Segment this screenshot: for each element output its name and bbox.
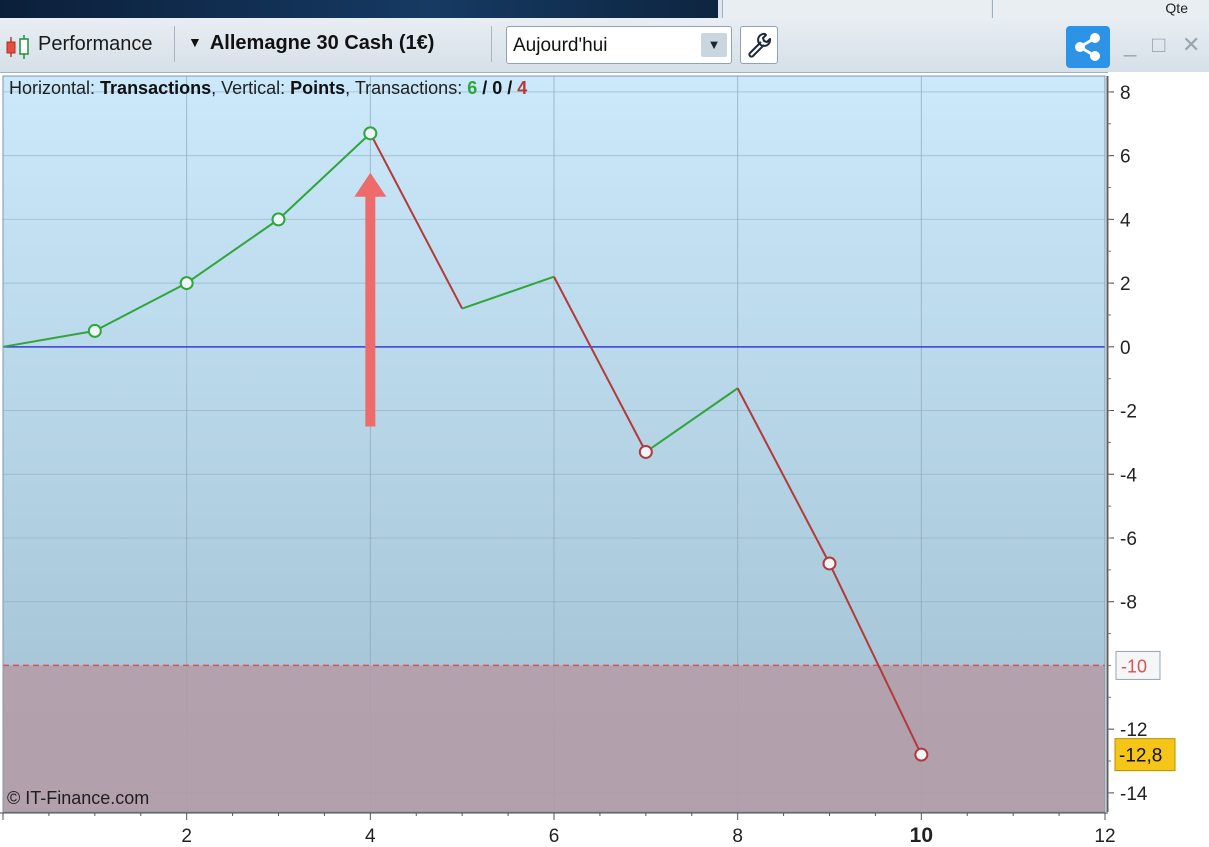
share-button[interactable]: [1066, 26, 1110, 68]
data-point-marker[interactable]: [914, 747, 929, 762]
maximize-icon[interactable]: □: [1152, 32, 1165, 58]
x-tick-label: 6: [549, 826, 560, 847]
data-point-marker[interactable]: [179, 276, 194, 291]
performance-chart[interactable]: 8 6 4 2 0 -2 -4 -6 -8 -12 -14 -10 -12,8 2 4 6 8 10 12: [0, 72, 1209, 847]
x-tick-label: 8: [732, 826, 743, 847]
chart-toolbar: Performance ▼ Allemagne 30 Cash (1€) Aujo…: [0, 18, 1209, 73]
share-icon: [1075, 33, 1100, 61]
legend-wins: 6: [467, 78, 478, 98]
y-tick-label: -2: [1120, 402, 1137, 423]
y-tick-label: 0: [1120, 338, 1131, 359]
period-value: Aujourd'hui: [513, 35, 608, 56]
legend-transactions-prefix: , Transactions:: [345, 78, 468, 98]
instrument-label: Allemagne 30 Cash (1€): [209, 32, 435, 54]
settings-wrench-button[interactable]: [740, 26, 778, 64]
top-dark-panel: [0, 0, 718, 18]
data-point-marker[interactable]: [363, 126, 378, 141]
period-select[interactable]: Aujourd'hui ▼: [506, 26, 732, 64]
close-icon[interactable]: ✕: [1182, 32, 1200, 58]
wrench-icon: [748, 32, 772, 58]
data-point-marker[interactable]: [638, 444, 653, 459]
caret-down-icon: ▼: [188, 34, 202, 50]
instrument-selector[interactable]: ▼ Allemagne 30 Cash (1€): [188, 32, 434, 55]
threshold-label: -10: [1121, 656, 1147, 676]
top-strip: Qte: [0, 0, 1209, 18]
data-point-marker[interactable]: [822, 556, 837, 571]
data-point-marker[interactable]: [87, 323, 102, 338]
top-header-cell: [722, 0, 991, 18]
y-tick-label: 2: [1120, 274, 1131, 295]
toolbar-divider: [174, 26, 175, 62]
legend-vertical-prefix: , Vertical:: [211, 78, 291, 98]
data-point-marker[interactable]: [271, 212, 286, 227]
y-tick-label: 6: [1120, 147, 1131, 168]
chart-type-label[interactable]: Performance: [38, 33, 153, 56]
y-tick-label: -4: [1120, 465, 1137, 486]
legend-vertical-value: Points: [290, 78, 346, 98]
x-tick-label: 12: [1094, 826, 1115, 847]
qte-label: Qte: [1165, 0, 1188, 16]
last-value-label: -12,8: [1119, 746, 1162, 767]
legend-sep2: /: [502, 78, 518, 98]
x-tick-label: 2: [181, 826, 192, 847]
dropdown-arrow-icon[interactable]: ▼: [701, 33, 727, 57]
x-tick-label: 10: [910, 824, 933, 847]
legend-horizontal-prefix: Horizontal:: [9, 78, 101, 98]
chart-legend: Horizontal: Transactions, Vertical: Poin…: [9, 78, 527, 99]
candlestick-icon[interactable]: [4, 34, 34, 60]
x-tick-label: 4: [365, 826, 376, 847]
y-tick-label: -8: [1120, 593, 1137, 614]
legend-draws: 0: [492, 78, 503, 98]
qte-column-header[interactable]: Qte: [992, 0, 1209, 18]
toolbar-divider: [491, 26, 492, 62]
legend-horizontal-value: Transactions: [100, 78, 212, 98]
y-tick-label: -14: [1120, 784, 1148, 805]
y-tick-label: 8: [1120, 83, 1131, 104]
copyright-text: © IT-Finance.com: [7, 788, 150, 808]
loss-zone: [3, 665, 1105, 812]
y-tick-label: -6: [1120, 529, 1137, 550]
y-tick-label: 4: [1120, 210, 1131, 231]
minimize-icon[interactable]: _: [1124, 32, 1136, 58]
legend-losses: 4: [517, 78, 528, 98]
y-tick-label: -12: [1120, 720, 1147, 741]
legend-sep1: /: [477, 78, 493, 98]
